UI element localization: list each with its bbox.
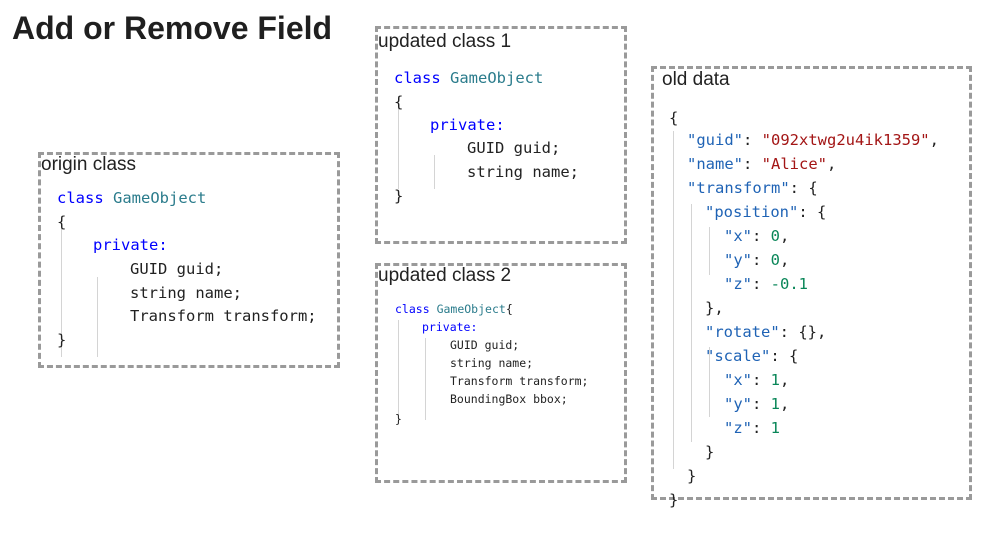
origin-class-label: origin class: [41, 154, 137, 175]
field-line: GUID guid;: [450, 338, 520, 352]
origin-class-panel: origin class class GameObject { private:…: [38, 152, 340, 368]
json-close-scale: }: [705, 443, 715, 461]
field-line: GUID guid;: [467, 139, 561, 157]
indent-guide: [673, 131, 674, 469]
json-pos-y-line: "y": 0,: [724, 251, 790, 269]
json-transform-line: "transform": {: [687, 179, 818, 197]
field-line: string name;: [450, 356, 534, 370]
json-key: "z": [724, 419, 752, 437]
field-line: GUID guid;: [130, 260, 224, 278]
json-number: 0: [770, 227, 781, 245]
class-name: GameObject: [436, 302, 506, 316]
field-line: Transform transform;: [130, 307, 317, 325]
class-keyword: class: [394, 69, 441, 87]
json-name-line: "name": "Alice",: [687, 155, 837, 173]
json-number: 1: [770, 371, 781, 389]
indent-guide: [425, 338, 426, 420]
json-key: "rotate": [705, 323, 780, 341]
json-scale-z-line: "z": 1: [724, 419, 781, 437]
json-close-position: },: [705, 299, 724, 317]
indent-guide: [709, 227, 710, 275]
json-scale-line: "scale": {: [705, 347, 799, 365]
json-key: "position": [705, 203, 799, 221]
json-number: 1: [770, 419, 781, 437]
json-key: "guid": [687, 131, 743, 149]
updated-class-1-panel: updated class 1 class GameObject { priva…: [375, 26, 627, 244]
json-scale-x-line: "x": 1,: [724, 371, 790, 389]
class-keyword: class: [57, 189, 104, 207]
json-key: "y": [724, 251, 752, 269]
access-modifier: private:: [422, 320, 478, 334]
access-modifier: private:: [93, 236, 168, 254]
class-name: GameObject: [113, 189, 207, 207]
indent-guide: [398, 109, 399, 189]
close-brace: }: [394, 187, 404, 205]
json-key: "transform": [687, 179, 790, 197]
field-line: BoundingBox bbox;: [450, 392, 568, 406]
json-string: "092xtwg2u4ik1359": [761, 131, 930, 149]
open-brace: {: [57, 213, 67, 231]
access-modifier: private:: [430, 116, 505, 134]
field-line: string name;: [130, 284, 242, 302]
json-close-transform: }: [687, 467, 697, 485]
json-number: 1: [770, 395, 781, 413]
updated-class-1-code: class GameObject { private: GUID guid; s…: [394, 69, 579, 249]
json-pos-x-line: "x": 0,: [724, 227, 790, 245]
json-number: 0: [770, 251, 781, 269]
json-empty-object: {}: [798, 323, 817, 341]
class-name: GameObject: [450, 69, 544, 87]
indent-guide: [398, 320, 399, 420]
class-keyword: class: [395, 302, 430, 316]
json-close-brace: }: [669, 491, 679, 509]
json-key: "name": [687, 155, 743, 173]
json-open-brace: {: [669, 109, 679, 127]
updated-class-2-label: updated class 2: [378, 265, 512, 286]
json-string: "Alice": [761, 155, 827, 173]
json-number: -0.1: [770, 275, 808, 293]
json-pos-z-line: "z": -0.1: [724, 275, 808, 293]
indent-guide: [691, 204, 692, 442]
json-guid-line: "guid": "092xtwg2u4ik1359",: [687, 131, 939, 149]
field-line: Transform transform;: [450, 374, 589, 388]
indent-guide: [97, 277, 98, 357]
json-key: "z": [724, 275, 752, 293]
json-key: "scale": [705, 347, 771, 365]
json-rotate-line: "rotate": {},: [705, 323, 827, 341]
close-brace: }: [57, 331, 67, 349]
close-brace: }: [395, 412, 402, 426]
json-scale-y-line: "y": 1,: [724, 395, 790, 413]
updated-class-2-code: class GameObject{ private: GUID guid; st…: [395, 302, 588, 456]
slide-title: Add or Remove Field: [12, 10, 333, 46]
old-data-panel: old data { "guid": "092xtwg2u4ik1359", "…: [651, 66, 972, 509]
origin-class-code: class GameObject { private: GUID guid; s…: [57, 189, 317, 387]
updated-class-1-label: updated class 1: [378, 31, 512, 52]
json-key: "y": [724, 395, 752, 413]
open-brace: {: [505, 302, 513, 316]
old-data-label: old data: [662, 69, 730, 90]
json-key: "x": [724, 227, 752, 245]
updated-class-2-panel: updated class 2 class GameObject{ privat…: [375, 263, 627, 483]
json-position-line: "position": {: [705, 203, 827, 221]
old-data-json: { "guid": "092xtwg2u4ik1359", "name": "A…: [669, 109, 939, 541]
field-line: string name;: [467, 163, 579, 181]
open-brace: {: [394, 93, 404, 111]
json-key: "x": [724, 371, 752, 389]
indent-guide: [434, 155, 435, 189]
